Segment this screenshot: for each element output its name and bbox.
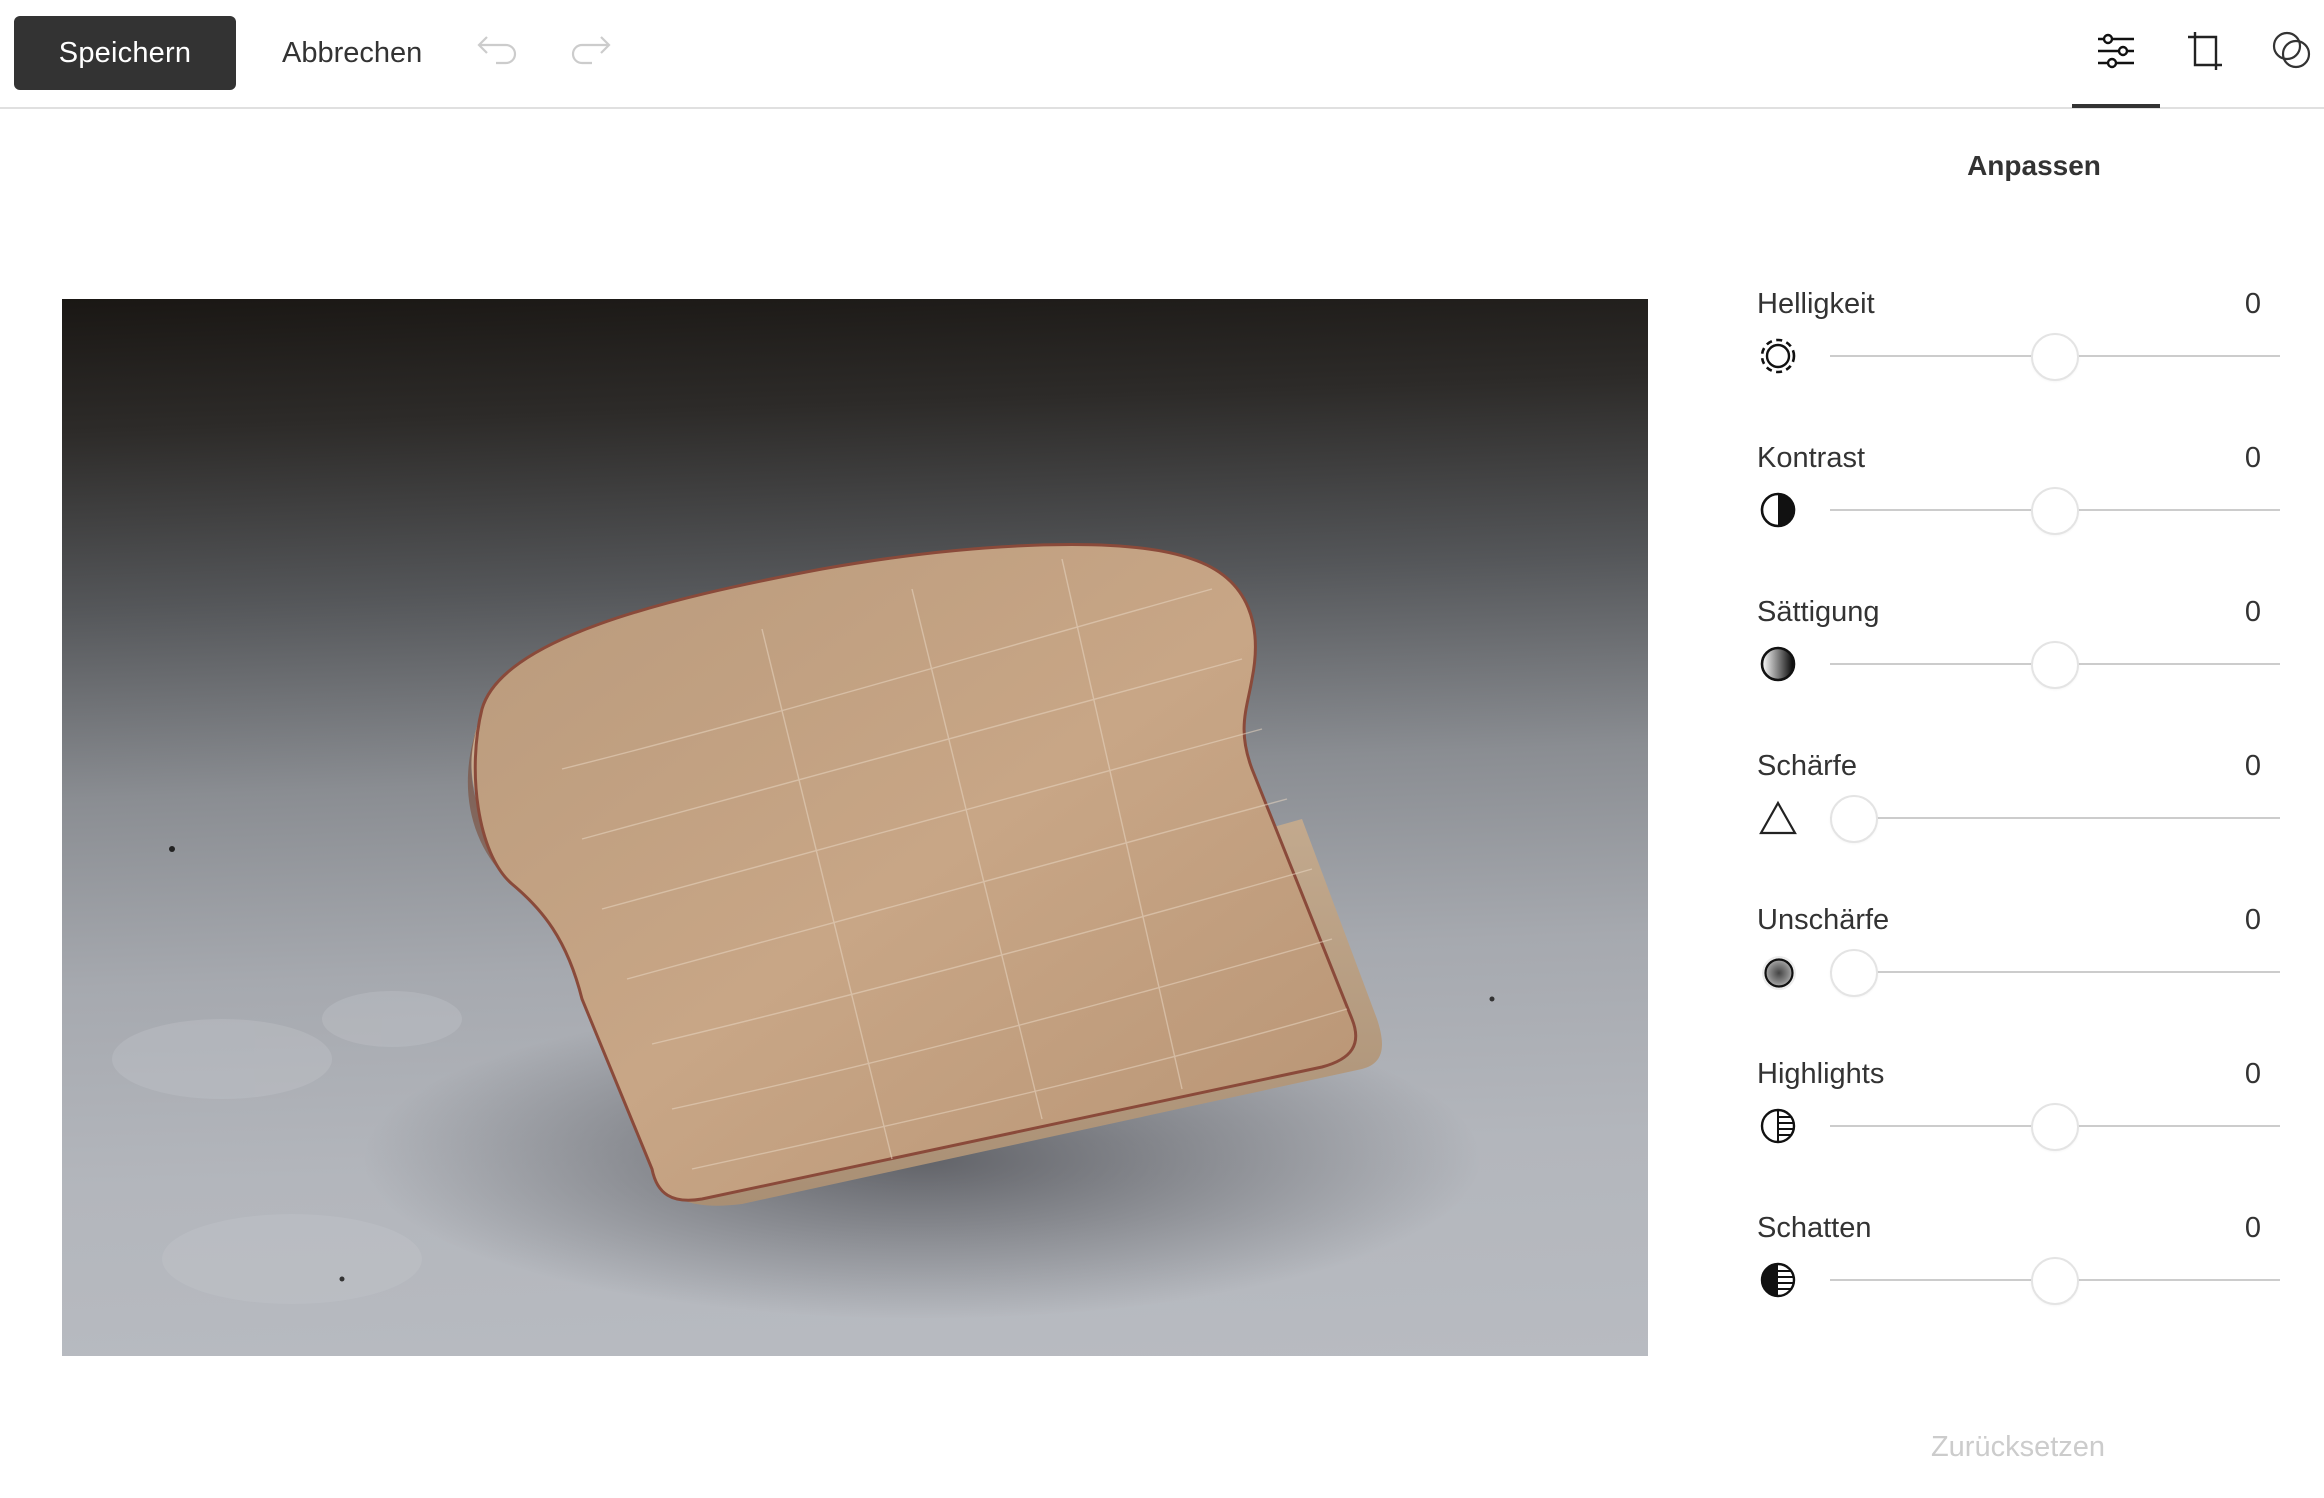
adjustment-saturation: Sättigung 0 bbox=[1757, 595, 2280, 735]
slider-track bbox=[1830, 971, 2280, 973]
highlights-slider[interactable] bbox=[1830, 1101, 2280, 1151]
tab-filter[interactable] bbox=[2248, 0, 2324, 107]
shadows-slider[interactable] bbox=[1830, 1255, 2280, 1305]
slider-thumb[interactable] bbox=[2031, 641, 2079, 689]
adjustment-value: 0 bbox=[2244, 1058, 2261, 1090]
toolbar: Speichern Abbrechen bbox=[0, 0, 2324, 109]
save-button[interactable]: Speichern bbox=[14, 16, 236, 90]
highlights-icon bbox=[1757, 1105, 1799, 1147]
adjustment-label: Schärfe bbox=[1757, 750, 1857, 782]
photo-canvas[interactable] bbox=[62, 299, 1648, 1356]
slider-thumb[interactable] bbox=[1830, 949, 1878, 997]
sharpness-slider[interactable] bbox=[1830, 793, 2280, 843]
tab-crop[interactable] bbox=[2161, 0, 2249, 107]
adjustment-label: Highlights bbox=[1757, 1058, 1885, 1090]
slider-thumb[interactable] bbox=[1830, 795, 1878, 843]
adjustment-label: Sättigung bbox=[1757, 596, 1880, 628]
sliders-icon bbox=[2096, 31, 2136, 76]
blur-icon bbox=[1757, 951, 1799, 993]
panel-title: Anpassen bbox=[1967, 150, 2101, 181]
undo-icon bbox=[476, 35, 522, 72]
redo-button[interactable] bbox=[559, 28, 619, 78]
toast-block-image bbox=[112, 543, 1495, 1319]
slider-thumb[interactable] bbox=[2031, 487, 2079, 535]
reset-button[interactable]: Zurücksetzen bbox=[1900, 1425, 2136, 1469]
filter-circles-icon bbox=[2271, 30, 2313, 77]
blur-slider[interactable] bbox=[1830, 947, 2280, 997]
adjustment-contrast: Kontrast 0 bbox=[1757, 441, 2280, 581]
undo-button[interactable] bbox=[469, 28, 529, 78]
adjustment-value: 0 bbox=[2244, 288, 2261, 320]
slider-track bbox=[1830, 817, 2280, 819]
crop-icon bbox=[2185, 31, 2225, 76]
adjustment-value: 0 bbox=[2244, 442, 2261, 474]
adjustment-blur: Unschärfe 0 bbox=[1757, 903, 2280, 1043]
adjustment-shadows: Schatten 0 bbox=[1757, 1211, 2280, 1351]
sharpness-icon bbox=[1757, 797, 1799, 839]
adjustment-highlights: Highlights 0 bbox=[1757, 1057, 2280, 1197]
adjustment-value: 0 bbox=[2244, 1212, 2261, 1244]
adjustment-value: 0 bbox=[2244, 904, 2261, 936]
adjustment-label: Helligkeit bbox=[1757, 288, 1875, 320]
slider-thumb[interactable] bbox=[2031, 1103, 2079, 1151]
adjustment-sharpness: Schärfe 0 bbox=[1757, 749, 2280, 889]
brightness-icon bbox=[1757, 335, 1799, 377]
contrast-slider[interactable] bbox=[1830, 485, 2280, 535]
contrast-icon bbox=[1757, 489, 1799, 531]
adjustment-label: Unschärfe bbox=[1757, 904, 1890, 936]
slider-thumb[interactable] bbox=[2031, 333, 2079, 381]
shadows-icon bbox=[1757, 1259, 1799, 1301]
adjustment-label: Kontrast bbox=[1757, 442, 1865, 474]
redo-icon bbox=[566, 35, 612, 72]
cancel-button[interactable]: Abbrechen bbox=[270, 16, 434, 90]
adjustment-brightness: Helligkeit 0 bbox=[1757, 287, 2280, 427]
brightness-slider[interactable] bbox=[1830, 331, 2280, 381]
saturation-slider[interactable] bbox=[1830, 639, 2280, 689]
tab-adjust[interactable] bbox=[2072, 0, 2160, 108]
adjustment-label: Schatten bbox=[1757, 1212, 1872, 1244]
adjustment-value: 0 bbox=[2244, 750, 2261, 782]
saturation-icon bbox=[1757, 643, 1799, 685]
slider-thumb[interactable] bbox=[2031, 1257, 2079, 1305]
adjustment-value: 0 bbox=[2244, 596, 2261, 628]
